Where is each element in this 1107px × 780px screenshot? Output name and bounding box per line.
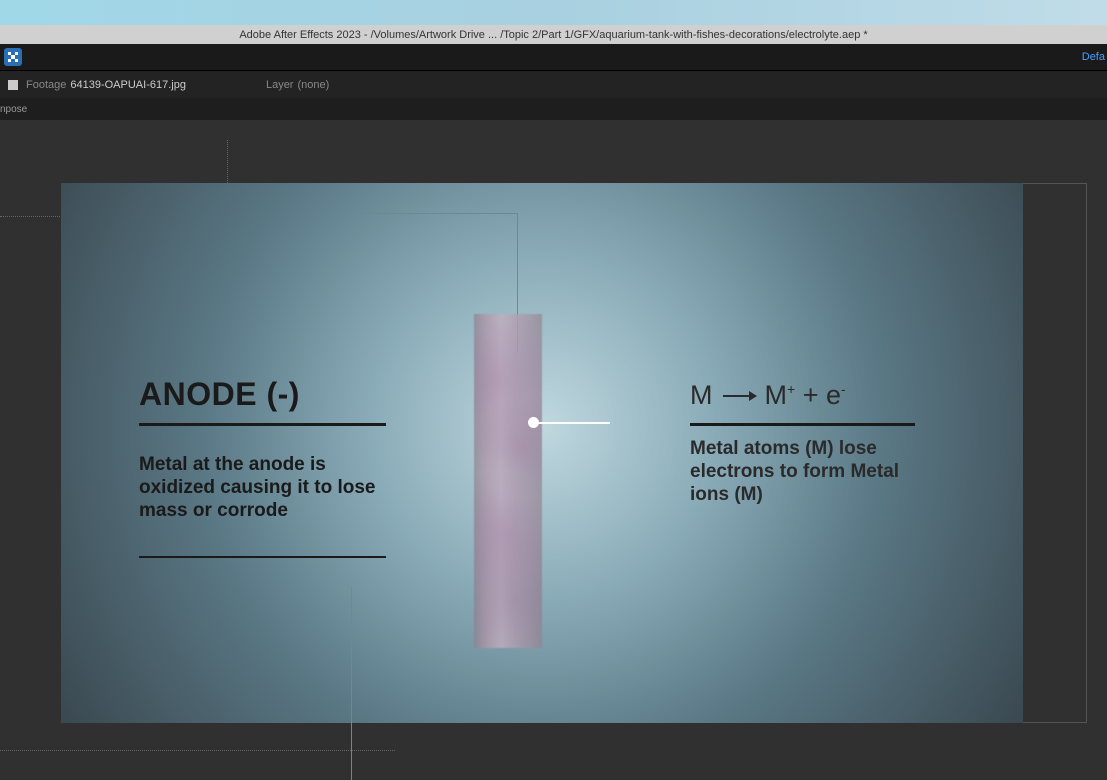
- macos-window-top: [0, 0, 1107, 25]
- equation-description: Metal atoms (M) lose electrons to form M…: [690, 438, 915, 506]
- layer-label: Layer: [266, 79, 294, 91]
- footage-value: 64139-OAPUAI-617.jpg: [70, 79, 186, 91]
- pointer-line: [532, 422, 610, 424]
- oxidation-equation: M M+ + e-: [690, 380, 925, 411]
- layer-value: (none): [297, 79, 329, 91]
- anode-title: ANODE (-): [139, 376, 399, 413]
- divider-top-left: [139, 423, 386, 426]
- title-bar: Adobe After Effects 2023 - /Volumes/Artw…: [0, 25, 1107, 44]
- equation-text-block: M M+ + e- Metal atoms (M) lose electrons…: [690, 380, 925, 506]
- workspace-menu[interactable]: Defa: [1082, 51, 1107, 63]
- arrow-icon: [723, 395, 755, 397]
- divider-right: [690, 423, 915, 426]
- composition-canvas[interactable]: ANODE (-) Metal at the anode is oxidized…: [61, 183, 1023, 723]
- footage-tab[interactable]: Footage 64139-OAPUAI-617.jpg: [8, 79, 186, 91]
- divider-bottom-left: [139, 556, 386, 558]
- composition-viewer[interactable]: ANODE (-) Metal at the anode is oxidized…: [0, 120, 1107, 780]
- footage-label: Footage: [26, 79, 66, 91]
- footage-icon: [8, 80, 18, 90]
- eq-metal-1: M: [690, 380, 713, 411]
- toolbar: Defa: [0, 44, 1107, 71]
- comp-frame-right: [1023, 183, 1087, 723]
- home-tool-button[interactable]: [4, 48, 22, 66]
- panel-sub-bar: npose: [0, 98, 1107, 120]
- layer-tab[interactable]: Layer (none): [266, 79, 329, 91]
- home-icon: [7, 51, 19, 63]
- anode-description: Metal at the anode is oxidized causing i…: [139, 454, 389, 522]
- anode-rod-graphic: [474, 314, 542, 648]
- viewer-tabs: Footage 64139-OAPUAI-617.jpg Layer (none…: [0, 71, 1107, 98]
- sub-bar-text: npose: [0, 104, 27, 115]
- pointer-dot: [528, 417, 539, 428]
- guide-boundary-bottom: [0, 750, 395, 751]
- anode-text-block: ANODE (-) Metal at the anode is oxidized…: [139, 376, 399, 558]
- eq-metal-2: M+ + e-: [765, 380, 846, 411]
- title-bar-text: Adobe After Effects 2023 - /Volumes/Artw…: [239, 29, 867, 41]
